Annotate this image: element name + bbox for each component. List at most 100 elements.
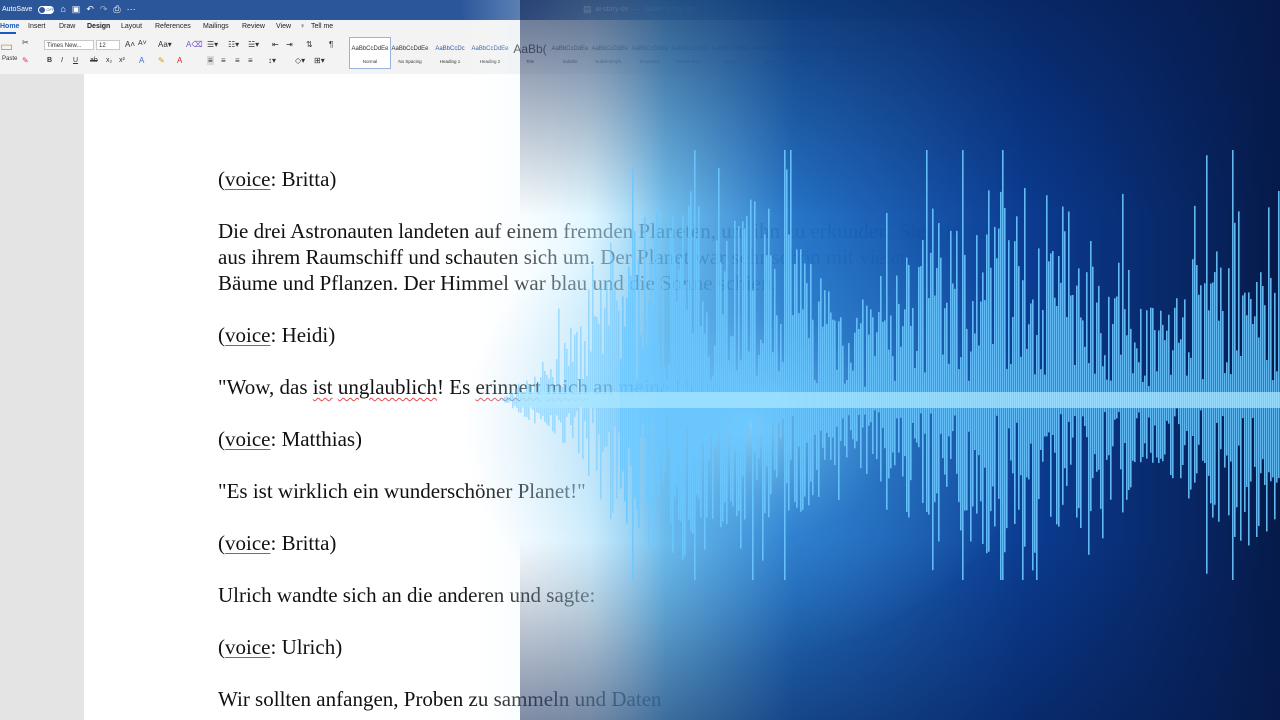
style-heading-2[interactable]: AaBbCcDdEe Heading 2 — [470, 38, 510, 68]
style-preview: AaBbCcDdEe — [631, 46, 669, 52]
style-quote[interactable]: AaBbCcDdEe Quote — [750, 38, 790, 68]
subscript-button[interactable]: x₂ — [106, 57, 112, 64]
save-icon[interactable]: ▣ — [72, 5, 81, 14]
numbering-icon[interactable]: ☷▾ — [228, 40, 239, 49]
print-icon[interactable]: ⎙ — [113, 5, 120, 14]
doc-line-3: aus ihrem Raumschiff und schauten sich u… — [218, 245, 911, 269]
paste-icon[interactable]: ▭ — [0, 38, 13, 55]
style-preview: AaBbCcDdEe — [751, 46, 789, 52]
tab-insert[interactable]: Insert — [28, 23, 46, 30]
italic-button[interactable]: I — [61, 57, 63, 64]
title-bar: AutoSave OFF ⌂ ▣ ↶ ↷ ⎙ ··· ▤ ai-story-de… — [0, 0, 1280, 20]
autosave-toggle[interactable]: OFF — [38, 5, 55, 14]
style-name: Emphasis — [640, 59, 660, 64]
style-preview: AaBbCcDdEe — [671, 46, 709, 52]
clear-formatting-icon[interactable]: A⌫ — [186, 40, 203, 49]
style-name: Normal — [362, 59, 378, 64]
style-name: No Spacing — [398, 59, 422, 64]
line-spacing-icon[interactable]: ↕▾ — [268, 56, 276, 65]
style-preview: AaBbCcDdEe — [831, 46, 869, 52]
style-preview: AaBb( — [513, 42, 547, 56]
style-preview: AaBbCcDdEe — [791, 46, 829, 52]
style-name: Subtle Refe... — [836, 59, 864, 64]
text-effects-icon[interactable]: A — [139, 56, 144, 65]
align-left-icon[interactable]: ≡ — [207, 56, 214, 65]
styles-gallery: AaBbCcDdEe Normal AaBbCcDdEe No Spacing AaBb… — [349, 37, 910, 69]
autosave-state: OFF — [46, 6, 55, 12]
style-preview: AaBbCcDdEe — [711, 46, 749, 52]
undo-icon[interactable]: ↶ — [86, 5, 94, 14]
bold-button[interactable]: B — [47, 57, 52, 64]
tab-mailings[interactable]: Mailings — [203, 23, 229, 30]
align-right-icon[interactable]: ≡ — [235, 56, 240, 65]
increase-indent-icon[interactable]: ⇥ — [286, 40, 293, 49]
borders-icon[interactable]: ⊞▾ — [314, 56, 325, 65]
redo-icon[interactable]: ↷ — [100, 5, 108, 14]
doc-line-12: Wir sollten anfangen, Proben zu sammeln … — [218, 687, 662, 711]
change-case-icon[interactable]: Aa▾ — [158, 40, 172, 49]
tab-view[interactable]: View — [276, 23, 291, 30]
style-preview: AaBbCcDdEe — [351, 46, 389, 52]
tab-design[interactable]: Design — [87, 23, 110, 30]
style-name: Title — [525, 59, 535, 64]
style-heading-1[interactable]: AaBbCcDc Heading 1 — [430, 38, 470, 68]
tab-layout[interactable]: Layout — [121, 23, 142, 30]
font-name-select[interactable]: Times New... — [44, 40, 94, 50]
format-painter-icon[interactable]: ✎ — [22, 56, 29, 65]
style-preview: AaBbCcDdEe — [551, 46, 589, 52]
style-intense-emp[interactable]: AaBbCcDdEe Intense Emp... — [670, 38, 710, 68]
superscript-button[interactable]: x² — [119, 57, 125, 64]
style-name: Intense Quote — [795, 59, 825, 64]
doc-line-1: (voice: Britta) — [218, 167, 337, 191]
font-color-icon[interactable]: A — [177, 56, 182, 65]
paste-button[interactable]: Paste — [2, 56, 17, 62]
doc-line-9: (voice: Britta) — [218, 531, 337, 555]
style-name: Subtitle — [562, 59, 578, 64]
style-title[interactable]: AaBb( Title — [510, 38, 550, 68]
lightbulb-icon: ♀ — [300, 23, 306, 30]
style-normal[interactable]: AaBbCcDdEe Normal — [349, 37, 391, 69]
style-subtle-refe[interactable]: AaBbCcDdEe Subtle Refe... — [830, 38, 870, 68]
underline-button[interactable]: U — [73, 57, 78, 64]
doc-line-5: (voice: Heidi) — [218, 323, 336, 347]
doc-line-7: (voice: Matthias) — [218, 427, 363, 451]
more-icon[interactable]: ··· — [127, 5, 136, 14]
style-preview: AaBbCcDc — [435, 46, 465, 52]
style-emphasis[interactable]: AaBbCcDdEe Emphasis — [630, 38, 670, 68]
style-name: Strong — [723, 59, 737, 64]
style-preview: AaBbCcDdEe — [591, 46, 629, 52]
tab-home[interactable]: Home — [0, 23, 19, 30]
justify-icon[interactable]: ≡ — [248, 56, 253, 65]
style-intense-quote[interactable]: AaBbCcDdEe Intense Quote — [790, 38, 830, 68]
style-no-spacing[interactable]: AaBbCcDdEe No Spacing — [390, 38, 430, 68]
grow-font-icon[interactable]: A˄ — [125, 40, 135, 49]
tell-me-field[interactable]: Tell me — [311, 23, 333, 30]
tab-draw[interactable]: Draw — [59, 23, 75, 30]
shrink-font-icon[interactable]: A˅ — [138, 40, 147, 47]
style-subtle-emph[interactable]: AaBbCcDdEe Subtle Emph... — [590, 38, 630, 68]
doc-line-2: Die drei Astronauten landeten auf einem … — [218, 219, 991, 243]
tab-review[interactable]: Review — [242, 23, 265, 30]
document-name: ai-story-de — [595, 6, 629, 13]
highlight-icon[interactable]: ✎ — [158, 56, 165, 65]
multilevel-list-icon[interactable]: ☱▾ — [248, 40, 259, 49]
shading-icon[interactable]: ◇▾ — [295, 56, 305, 65]
font-size-select[interactable]: 12 — [96, 40, 120, 50]
style-subtitle[interactable]: AaBbCcDdEe Subtitle — [550, 38, 590, 68]
style-strong[interactable]: AaBbCcDdEe Strong — [710, 38, 750, 68]
decrease-indent-icon[interactable]: ⇤ — [272, 40, 279, 49]
left-margin-area — [0, 74, 84, 720]
show-marks-icon[interactable]: ¶ — [329, 40, 333, 49]
sort-icon[interactable]: ⇅ — [306, 40, 313, 49]
align-center-icon[interactable]: ≡ — [221, 56, 226, 65]
strikethrough-button[interactable]: ab — [90, 57, 98, 64]
tab-references[interactable]: References — [155, 23, 191, 30]
home-icon[interactable]: ⌂ — [60, 5, 65, 14]
style-name: Intense Emp... — [675, 59, 705, 64]
cut-icon[interactable]: ✂ — [22, 38, 29, 47]
doc-line-11: (voice: Ulrich) — [218, 635, 343, 659]
doc-line-4: Bäume und Pflanzen. Der Himmel war blau … — [218, 271, 777, 295]
doc-line-6: "Wow, das ist unglaublich! Es erinnert m… — [218, 375, 751, 399]
save-status: Saved to my Mac — [643, 6, 698, 13]
bullets-icon[interactable]: ☰▾ — [207, 40, 218, 49]
